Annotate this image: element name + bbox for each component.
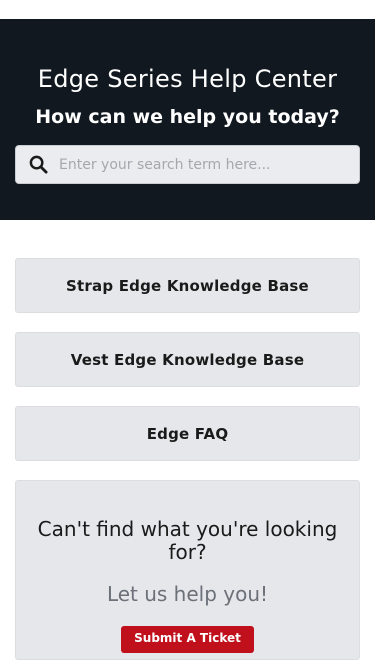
help-subtitle: Let us help you! <box>106 582 269 606</box>
kb-label: Vest Edge Knowledge Base <box>70 350 305 369</box>
kb-label: Edge FAQ <box>146 424 229 443</box>
edge-faq-link[interactable]: Edge FAQ <box>15 406 360 461</box>
search-bar[interactable] <box>15 145 360 184</box>
hero-subtitle: How can we help you today? <box>35 106 340 128</box>
strap-edge-kb-link[interactable]: Strap Edge Knowledge Base <box>15 258 360 313</box>
hero-banner: Edge Series Help Center How can we help … <box>0 19 375 220</box>
page-title: Edge Series Help Center <box>37 65 338 93</box>
knowledge-base-list: Strap Edge Knowledge Base Vest Edge Know… <box>0 220 375 461</box>
vest-edge-kb-link[interactable]: Vest Edge Knowledge Base <box>15 332 360 387</box>
kb-label: Strap Edge Knowledge Base <box>66 276 309 295</box>
top-strip <box>0 0 375 19</box>
search-input[interactable] <box>48 146 359 183</box>
submit-ticket-button[interactable]: Submit A Ticket <box>121 626 254 653</box>
search-icon[interactable] <box>28 155 48 175</box>
help-title: Can't find what you're looking for? <box>37 517 338 564</box>
help-card: Can't find what you're looking for? Let … <box>15 480 360 660</box>
